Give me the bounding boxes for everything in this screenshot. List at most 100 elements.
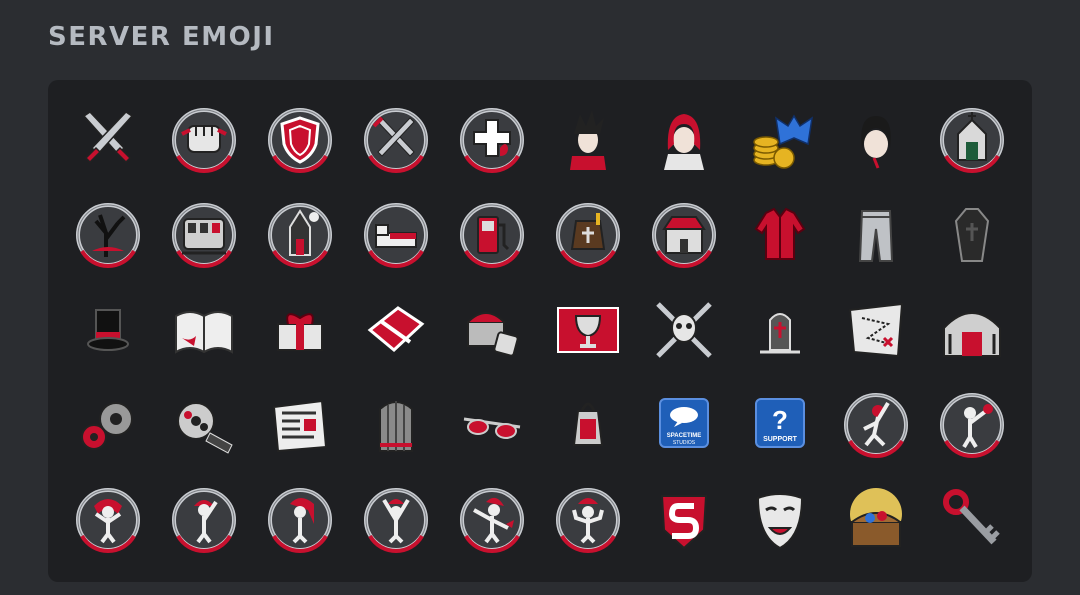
- chalice-banner-icon: [557, 306, 619, 353]
- emoji-5[interactable]: [444, 92, 540, 187]
- red-hair-character-icon: [664, 113, 704, 170]
- emoji-48[interactable]: [732, 472, 828, 567]
- emoji-44[interactable]: [348, 472, 444, 567]
- emoji-33[interactable]: [252, 377, 348, 472]
- emoji-21[interactable]: [60, 282, 156, 377]
- emoji-40[interactable]: [924, 377, 1020, 472]
- emoji-42[interactable]: [156, 472, 252, 567]
- emoji-2[interactable]: [156, 92, 252, 187]
- emoji-10[interactable]: [924, 92, 1020, 187]
- crossed-swords-icon: [82, 110, 134, 163]
- emoji-37[interactable]: SPACETIME STUDIOS: [636, 377, 732, 472]
- svg-text:?: ?: [772, 405, 788, 435]
- open-book-icon: [175, 310, 233, 354]
- spiky-hair-vampire-icon: [570, 109, 606, 170]
- coins-bat-icon: [753, 114, 814, 169]
- mausoleum-icon: [943, 311, 1001, 357]
- emoji-50[interactable]: [924, 472, 1020, 567]
- emoji-49[interactable]: [828, 472, 924, 567]
- woman-pose-badge-icon: [76, 487, 140, 553]
- emoji-25[interactable]: [444, 282, 540, 377]
- dancer-badge-icon: [844, 392, 908, 458]
- emoji-22[interactable]: [156, 282, 252, 377]
- tombstone-icon: [760, 312, 800, 353]
- emoji-28[interactable]: [732, 282, 828, 377]
- emoji-23[interactable]: [252, 282, 348, 377]
- emoji-34[interactable]: [348, 377, 444, 472]
- emoji-26[interactable]: [540, 282, 636, 377]
- svg-text:SPACETIME: SPACETIME: [667, 433, 702, 439]
- fist-icon: [172, 107, 236, 173]
- top-hat-icon: [87, 308, 129, 351]
- emoji-41[interactable]: [60, 472, 156, 567]
- woman-wave-badge-icon: [172, 487, 236, 553]
- red-jacket-icon: [754, 207, 806, 260]
- crypt-badge-icon: [940, 107, 1004, 173]
- emoji-8[interactable]: [732, 92, 828, 187]
- coffin-room-badge-icon: [556, 202, 620, 268]
- treasure-map-icon: [848, 302, 904, 357]
- medical-cross-icon: [460, 107, 524, 173]
- svg-text:STUDIOS: STUDIOS: [673, 440, 696, 446]
- emoji-12[interactable]: [156, 187, 252, 282]
- spacetime-studios-icon: SPACETIME STUDIOS: [659, 397, 709, 448]
- woman-dab-badge-icon: [460, 487, 524, 553]
- sunglasses-icon: [463, 417, 521, 439]
- pointing-figure-badge-icon: [940, 392, 1004, 458]
- skeleton-key-icon: [943, 488, 1000, 544]
- emoji-47[interactable]: [636, 472, 732, 567]
- emoji-7[interactable]: [636, 92, 732, 187]
- gears-icon: [81, 401, 133, 450]
- emoji-32[interactable]: [156, 377, 252, 472]
- emoji-4[interactable]: [348, 92, 444, 187]
- emoji-31[interactable]: [60, 377, 156, 472]
- shield-icon: [268, 107, 332, 173]
- gift-box-icon: [277, 312, 323, 351]
- emoji-43[interactable]: [252, 472, 348, 567]
- emoji-45[interactable]: [444, 472, 540, 567]
- grey-pants-icon: [858, 209, 894, 262]
- emoji-36[interactable]: [540, 377, 636, 472]
- film-reel-icon: [177, 401, 233, 454]
- lantern-icon: [572, 402, 604, 446]
- coffin-icon: [954, 207, 990, 262]
- emoji-9[interactable]: [828, 92, 924, 187]
- skull-swords-icon: [656, 301, 712, 358]
- emoji-16[interactable]: [540, 187, 636, 282]
- gas-station-badge-icon: [460, 202, 524, 268]
- crossed-swords-badge-icon: [364, 107, 428, 173]
- emoji-29[interactable]: [828, 282, 924, 377]
- treasure-chest-glow-icon: [850, 487, 902, 547]
- emoji-20[interactable]: [924, 187, 1020, 282]
- emoji-17[interactable]: [636, 187, 732, 282]
- emoji-11[interactable]: [60, 187, 156, 282]
- church-badge-icon: [268, 202, 332, 268]
- emoji-46[interactable]: [540, 472, 636, 567]
- emoji-35[interactable]: [444, 377, 540, 472]
- emoji-13[interactable]: [252, 187, 348, 282]
- dead-tree-badge-icon: [76, 202, 140, 268]
- emoji-30[interactable]: [924, 282, 1020, 377]
- emoji-15[interactable]: [444, 187, 540, 282]
- woman-hair-badge-icon: [268, 487, 332, 553]
- emoji-panel: SPACETIME STUDIOS ? SUPPORT: [48, 80, 1032, 582]
- emoji-3[interactable]: [252, 92, 348, 187]
- emoji-39[interactable]: [828, 377, 924, 472]
- shop-badge-icon: [652, 202, 716, 268]
- wrapped-book-icon: [367, 305, 425, 352]
- emoji-grid: SPACETIME STUDIOS ? SUPPORT: [60, 92, 1020, 567]
- bedroom-badge-icon: [364, 202, 428, 268]
- emoji-14[interactable]: [348, 187, 444, 282]
- emoji-19[interactable]: [828, 187, 924, 282]
- emoji-38[interactable]: ? SUPPORT: [732, 377, 828, 472]
- emoji-27[interactable]: [636, 282, 732, 377]
- woman-shrug-badge-icon: [556, 487, 620, 553]
- black-hair-head-icon: [861, 115, 891, 169]
- train-badge-icon: [172, 202, 236, 268]
- emoji-1[interactable]: [60, 92, 156, 187]
- emoji-6[interactable]: [540, 92, 636, 187]
- woman-arms-up-badge-icon: [364, 487, 428, 553]
- emoji-18[interactable]: [732, 187, 828, 282]
- emoji-24[interactable]: [348, 282, 444, 377]
- theater-mask-icon: [756, 492, 804, 549]
